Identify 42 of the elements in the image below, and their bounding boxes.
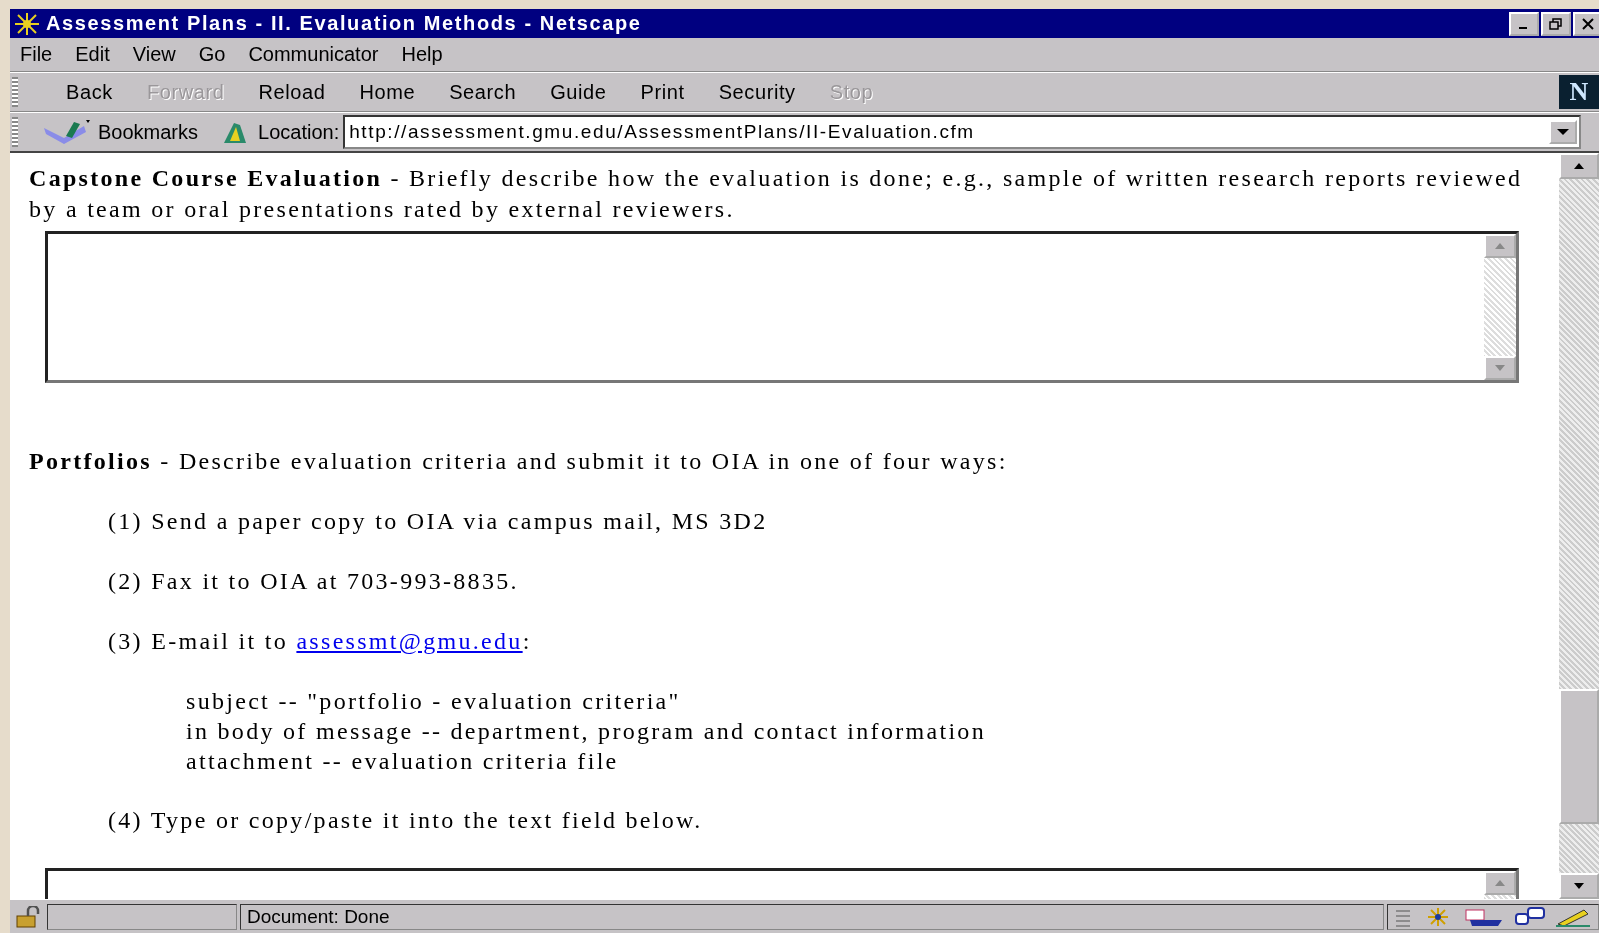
restore-button[interactable] bbox=[1541, 11, 1571, 36]
menu-item[interactable]: View bbox=[132, 43, 188, 66]
minimize-button[interactable] bbox=[1509, 11, 1539, 36]
submission-option: (2) Fax it to OIA at 703-993-8835. bbox=[108, 566, 1545, 597]
menu-item[interactable]: File bbox=[20, 43, 65, 66]
submission-option: (4) Type or copy/paste it into the text field below. bbox=[108, 805, 1545, 836]
toolbar-button[interactable]: Print bbox=[640, 80, 685, 104]
toolbar-button[interactable]: Reload bbox=[258, 80, 326, 104]
url-field[interactable]: http://assessment.gmu.edu/AssessmentPlans/II-Evaluation.cfm bbox=[343, 115, 1581, 149]
submission-option: (1) Send a paper copy to OIA via campus mail, MS 3D2 bbox=[108, 506, 1545, 537]
submission-option: (3) E-mail it to assessmt@gmu.edu: bbox=[108, 626, 1545, 657]
toolbar-button[interactable]: Security bbox=[718, 80, 796, 104]
toolbar-button[interactable]: Search bbox=[449, 80, 517, 104]
netscape-logo[interactable]: N bbox=[1559, 75, 1599, 109]
toolbar-button[interactable]: Back bbox=[66, 80, 113, 104]
status-text: Document: Done bbox=[240, 903, 1384, 930]
email-instruction: subject -- "portfolio - evaluation criteria" bbox=[186, 687, 682, 716]
email-link[interactable]: assessmt@gmu.edu bbox=[296, 628, 523, 654]
close-icon[interactable] bbox=[1581, 17, 1595, 30]
page-scroll-bar[interactable] bbox=[1559, 153, 1599, 899]
toolbar-grip-icon[interactable] bbox=[12, 77, 18, 107]
close-button[interactable] bbox=[1573, 11, 1599, 36]
location-label: Location: bbox=[258, 120, 340, 144]
portfolios-instructions: Portfolios - Describe evaluation criteria and submit it to OIA in one of four ways: bbox=[29, 447, 1009, 476]
toolbar-grip-icon[interactable] bbox=[12, 117, 18, 147]
window-title: Assessment Plans - II. Evaluation Methods - Netscape bbox=[46, 12, 642, 35]
menu-item[interactable]: Go bbox=[198, 43, 238, 66]
capstone-instructions: Capstone Course Evaluation - Briefly describe how the evaluation is done; e.g., sample of written research reports reviewed by a team or oral presentations rated by external reviewers. bbox=[29, 164, 1524, 224]
scroll-bar[interactable] bbox=[1484, 871, 1516, 899]
menu-item[interactable]: Edit bbox=[75, 43, 122, 66]
star-burst-icon bbox=[14, 11, 40, 36]
menu-item[interactable]: Communicator bbox=[248, 43, 391, 66]
bookmarks-button[interactable]: Bookmarks bbox=[98, 120, 199, 144]
toolbar-button[interactable]: Guide bbox=[550, 80, 607, 104]
toolbar-button[interactable]: Home bbox=[359, 80, 416, 104]
email-instruction: in body of message -- department, program and contact information bbox=[186, 717, 987, 746]
capstone-text-area[interactable] bbox=[45, 231, 1519, 383]
chat-bubbles-icon[interactable] bbox=[1512, 905, 1548, 928]
restore-icon[interactable] bbox=[1549, 17, 1563, 30]
scroll-bar[interactable] bbox=[1484, 234, 1516, 380]
email-instruction: attachment -- evaluation criteria file bbox=[186, 747, 620, 776]
menu-item[interactable]: Help bbox=[401, 43, 455, 66]
